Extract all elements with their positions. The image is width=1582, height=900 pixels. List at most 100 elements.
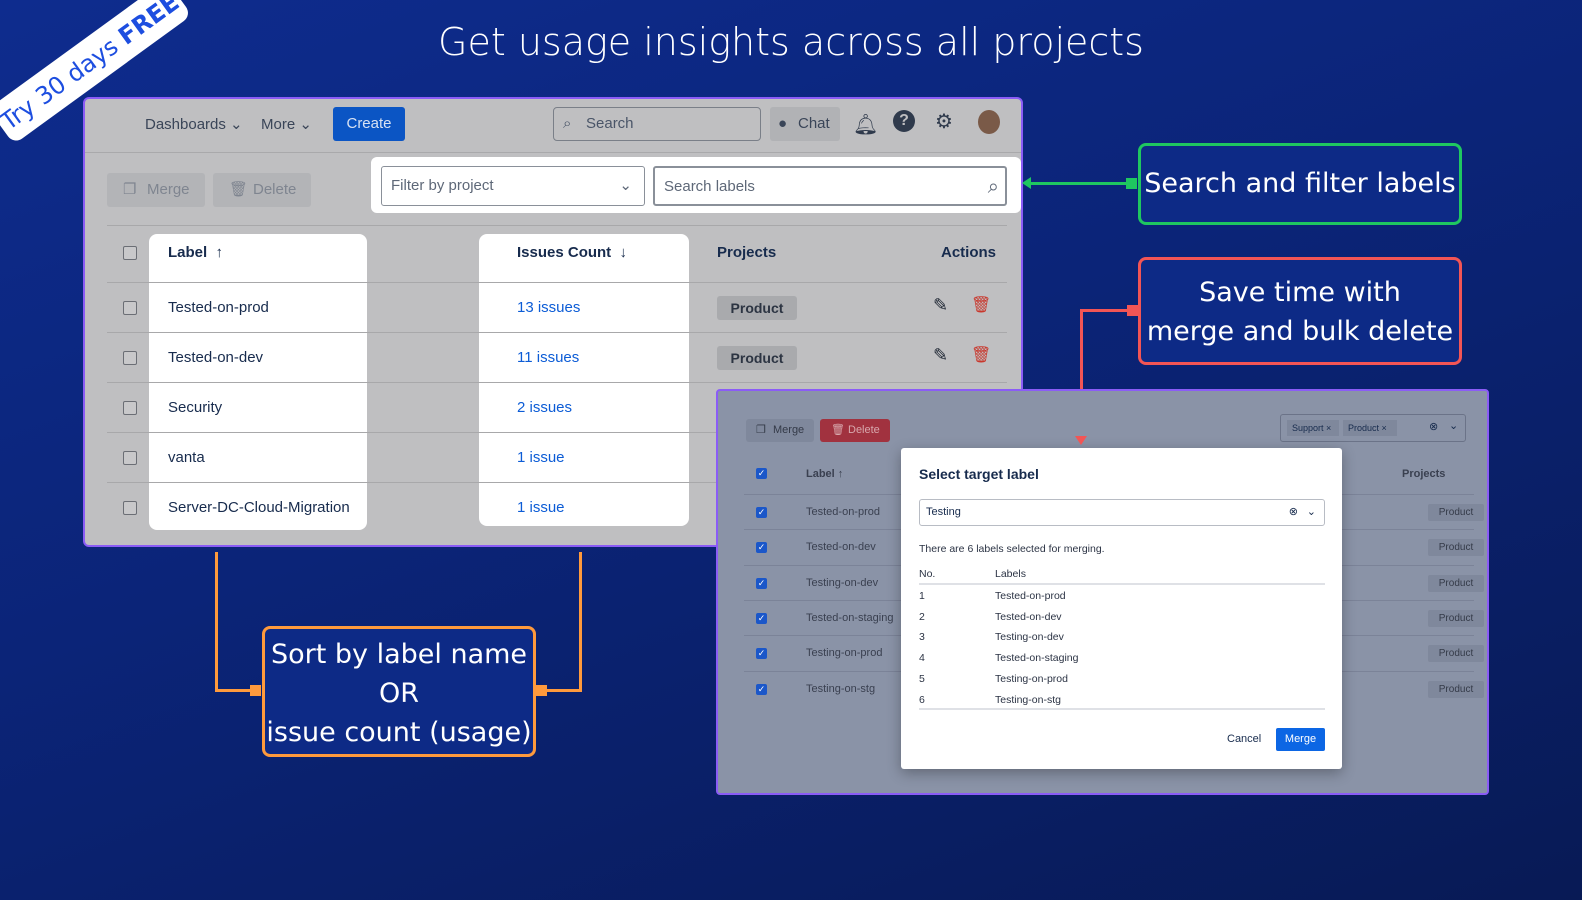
filter-by-project-select[interactable]: Filter by project ⌄ <box>381 166 645 206</box>
chat-button[interactable]: ● Chat <box>770 107 840 141</box>
top-nav: Dashboards ⌄ More ⌄ Create ⌕ Search ● Chat… <box>85 99 1021 153</box>
issues-count-link[interactable]: 11 issues <box>517 349 579 366</box>
row-checkbox[interactable] <box>123 451 137 465</box>
label-header[interactable]: Label ↑ <box>806 468 843 480</box>
label-name: Tested-on-dev <box>806 541 876 554</box>
target-label-select[interactable]: Testing ⊗ ⌄ <box>919 499 1325 526</box>
label-name: vanta <box>168 449 205 466</box>
filter-tag-support[interactable]: Support × <box>1287 420 1339 436</box>
label-name: Tested-on-staging <box>806 611 894 624</box>
delete-button[interactable]: 🗑︎ Delete <box>820 419 890 442</box>
search-input[interactable]: ⌕ Search <box>553 107 761 141</box>
actions-header: Actions <box>941 244 997 261</box>
merge-item-no: 5 <box>919 672 925 685</box>
row-checkbox[interactable]: ✓ <box>756 542 767 554</box>
row-checkbox[interactable] <box>123 301 137 315</box>
merge-button[interactable]: ❐ Merge <box>107 173 205 207</box>
connector-node <box>250 685 261 696</box>
row-checkbox[interactable]: ✓ <box>756 648 767 660</box>
merge-item-label: Testing-on-stg <box>995 693 1061 706</box>
project-tag: Product <box>1428 645 1484 663</box>
divider <box>919 708 1325 710</box>
issues-count-link[interactable]: 13 issues <box>517 299 580 316</box>
label-header[interactable]: Label ↑ <box>168 244 223 261</box>
edit-icon[interactable]: ✎ <box>933 345 948 366</box>
search-icon: ⌕ <box>563 115 572 132</box>
merge-item-label: Tested-on-dev <box>995 610 1062 623</box>
select-all-checkbox[interactable] <box>123 246 137 260</box>
confirm-merge-button[interactable]: Merge <box>1276 728 1325 751</box>
merge-info: There are 6 labels selected for merging. <box>919 543 1105 555</box>
orange-connector-left <box>215 552 218 692</box>
table-row: Tested-on-dev 11 issues Product ✎ 🗑︎ <box>107 332 1007 382</box>
project-tag: Product <box>1428 609 1484 627</box>
col-labels-header: Labels <box>995 568 1026 580</box>
chat-icon: ● <box>778 115 788 132</box>
red-connector <box>1082 309 1132 312</box>
merge-item-no: 3 <box>919 631 925 644</box>
dashboards-menu[interactable]: Dashboards ⌄ <box>145 115 243 133</box>
project-tag: Product <box>717 296 797 320</box>
project-tag: Product <box>1428 504 1484 521</box>
callout-merge: Save time with merge and bulk delete <box>1138 257 1462 365</box>
callout-search: Search and filter labels <box>1138 143 1462 225</box>
avatar[interactable] <box>978 110 1000 134</box>
label-name: Testing-on-stg <box>806 682 876 695</box>
merge-item-label: Testing-on-dev <box>995 631 1064 644</box>
callout-sort: Sort by label name OR issue count (usage) <box>262 626 536 757</box>
trash-icon[interactable]: 🗑︎ <box>971 345 991 365</box>
create-button[interactable]: Create <box>333 107 405 141</box>
label-name: Testing-on-dev <box>806 576 879 589</box>
clear-icon[interactable]: ⊗ <box>1289 500 1298 525</box>
chevron-down-icon: ⌄ <box>619 177 632 194</box>
col-no-header: No. <box>919 568 936 580</box>
label-name: Server-DC-Cloud-Migration <box>168 499 350 516</box>
row-checkbox[interactable]: ✓ <box>756 612 767 624</box>
settings-icon[interactable]: ⚙ <box>935 109 953 134</box>
notifications-icon[interactable]: 🔔︎ <box>853 112 878 137</box>
label-name: Security <box>168 399 223 416</box>
headline: Get usage insights across all projects <box>438 20 1144 64</box>
filter-bar: Filter by project ⌄ Search labels ⌕ <box>371 157 1021 213</box>
merge-item-no: 4 <box>919 652 925 665</box>
issues-count-link[interactable]: 1 issue <box>517 499 565 516</box>
more-menu[interactable]: More ⌄ <box>261 115 312 133</box>
chevron-down-icon[interactable]: ⌄ <box>1449 419 1458 432</box>
row-checkbox[interactable]: ✓ <box>756 507 767 518</box>
row-checkbox[interactable]: ✓ <box>756 683 767 695</box>
arrow-head <box>1075 436 1087 445</box>
project-filter-select[interactable]: Support × Product × ⊗ ⌄ <box>1280 414 1466 442</box>
dialog-title: Select target label <box>919 466 1039 482</box>
merge-item-no: 2 <box>919 610 925 623</box>
copy-icon: ❐ <box>123 181 137 198</box>
row-checkbox[interactable] <box>123 351 137 365</box>
copy-icon: ❐ <box>756 424 766 436</box>
connector-node <box>1127 305 1138 316</box>
row-checkbox[interactable] <box>123 401 137 415</box>
cancel-button[interactable]: Cancel <box>1227 733 1261 745</box>
edit-icon[interactable]: ✎ <box>933 295 948 316</box>
row-checkbox[interactable] <box>123 501 137 515</box>
search-labels-input[interactable]: Search labels ⌕ <box>653 166 1007 206</box>
chevron-down-icon: ⌄ <box>1306 506 1316 518</box>
issues-count-link[interactable]: 1 issue <box>517 449 565 466</box>
filter-tag-product[interactable]: Product × <box>1343 420 1397 436</box>
issues-count-link[interactable]: 2 issues <box>517 399 572 416</box>
row-checkbox[interactable]: ✓ <box>756 577 767 589</box>
label-name: Tested-on-prod <box>806 506 880 518</box>
trash-icon: 🗑︎ <box>229 181 249 198</box>
project-tag: Product <box>717 346 797 370</box>
select-target-label-dialog: Select target label Testing ⊗ ⌄ There are … <box>901 448 1342 769</box>
orange-connector-right <box>579 552 582 692</box>
label-name: Testing-on-prod <box>806 647 883 660</box>
project-tag: Product <box>1428 539 1484 557</box>
merge-button[interactable]: ❐ Merge <box>746 419 814 442</box>
delete-button[interactable]: 🗑︎ Delete <box>213 173 311 207</box>
clear-icon[interactable]: ⊗ <box>1429 420 1438 433</box>
issues-count-header[interactable]: Issues Count ↓ <box>517 244 627 261</box>
select-all-checkbox[interactable]: ✓ <box>756 468 767 479</box>
table-row: Tested-on-prod 13 issues Product ✎ 🗑︎ <box>107 282 1007 332</box>
trash-icon[interactable]: 🗑︎ <box>971 295 991 315</box>
projects-header: Projects <box>1402 468 1446 480</box>
help-icon[interactable]: ? <box>893 110 915 132</box>
